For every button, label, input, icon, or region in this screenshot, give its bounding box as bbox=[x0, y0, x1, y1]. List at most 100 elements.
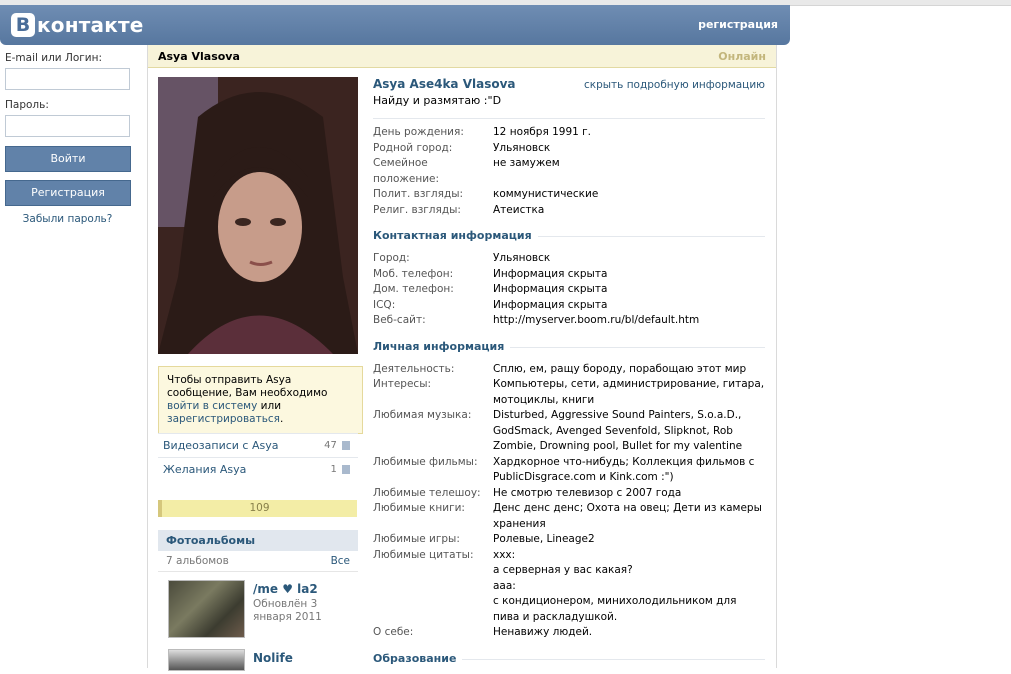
info-key: Дом. телефон: bbox=[373, 283, 454, 295]
album-item[interactable]: Nolife bbox=[158, 649, 358, 671]
info-row: Семейное положение: не замужем bbox=[373, 156, 765, 187]
notice-text-3: . bbox=[279, 413, 284, 425]
info-key: Любимые книги: bbox=[373, 502, 465, 514]
info-key: Веб-сайт: bbox=[373, 314, 426, 326]
albums-count: 7 альбомов bbox=[166, 555, 229, 567]
notice-register-link[interactable]: зарегистрироваться bbox=[167, 413, 280, 425]
info-value: Ролевые, Lineage2 bbox=[493, 533, 595, 545]
info-key: Город: bbox=[373, 252, 410, 264]
section-title[interactable]: Личная информация bbox=[373, 339, 511, 353]
side-link-label[interactable]: Желания Asya bbox=[163, 463, 246, 476]
info-value: Disturbed, Aggressive Sound Painters, S.… bbox=[493, 409, 743, 452]
profile-title-bar: Asya Vlasova Онлайн bbox=[148, 45, 776, 68]
password-label: Пароль: bbox=[5, 99, 49, 111]
info-key: Полит. взгляды: bbox=[373, 188, 464, 200]
info-key: Любимые телешоу: bbox=[373, 486, 481, 499]
info-value: коммунистические bbox=[493, 188, 599, 200]
info-key: О себе: bbox=[373, 626, 414, 638]
info-key: Любимые игры: bbox=[373, 533, 460, 545]
info-value: Не смотрю телевизор с 2007 года bbox=[493, 486, 682, 499]
profile-photo[interactable] bbox=[158, 77, 358, 354]
send-message-notice: Чтобы отправить Asya сообщение, Вам необ… bbox=[158, 366, 363, 434]
info-value: Ульяновск bbox=[493, 141, 551, 154]
info-row: Родной город: Ульяновск bbox=[373, 141, 765, 157]
profile-status: Найду и размятаю :"D bbox=[373, 94, 502, 107]
notice-login-link[interactable]: войти в систему bbox=[167, 400, 257, 412]
online-status: Онлайн bbox=[718, 50, 766, 63]
albums-subheader: 7 альбомов Все bbox=[158, 551, 358, 572]
side-link-videos[interactable]: Видеозаписи с Asya 47 bbox=[158, 433, 358, 457]
profile-photo-image bbox=[158, 77, 358, 354]
info-key: Любимая музыка: bbox=[373, 409, 472, 421]
info-key: ICQ: bbox=[373, 298, 396, 311]
contact-section-header: Контактная информация bbox=[373, 229, 765, 243]
info-value: 12 ноября 1991 г. bbox=[493, 126, 592, 138]
side-link-count: 1 bbox=[330, 464, 337, 475]
password-field[interactable] bbox=[5, 115, 130, 137]
info-key: Интересы: bbox=[373, 378, 432, 390]
albums-all-link[interactable]: Все bbox=[331, 551, 350, 571]
info-value: Информация скрыта bbox=[493, 283, 608, 295]
website-link[interactable]: http://myserver.boom.ru/bl/default.htm bbox=[493, 313, 765, 329]
info-key: Любимые цитаты: bbox=[373, 548, 474, 561]
profile-title-name: Asya Vlasova bbox=[158, 50, 240, 63]
gift-icon bbox=[342, 464, 350, 474]
info-value: Хардкорное что-нибудь; Коллекция фильмов… bbox=[493, 455, 755, 484]
side-link-count: 47 bbox=[324, 440, 337, 451]
info-key: Семейное положение: bbox=[373, 157, 440, 185]
video-icon bbox=[342, 440, 350, 450]
info-row: День рождения: 12 ноября 1991 г. bbox=[373, 125, 765, 141]
logo-letter: В bbox=[11, 13, 35, 37]
email-label: E-mail или Логин: bbox=[5, 52, 103, 64]
contact-info-table: Город: Ульяновск Моб. телефон: Информация … bbox=[373, 251, 765, 329]
info-value: Информация скрыта bbox=[493, 298, 608, 311]
site-logo[interactable]: В контакте bbox=[11, 12, 144, 38]
basic-info-table: День рождения: 12 ноября 1991 г. Родной г… bbox=[373, 125, 765, 218]
info-row: Полит. взгляды: коммунистические bbox=[373, 187, 765, 203]
login-button[interactable]: Войти bbox=[5, 146, 131, 172]
hide-info-link[interactable]: скрыть подробную информацию bbox=[584, 79, 765, 91]
email-field[interactable] bbox=[5, 68, 130, 90]
notice-text-2: или bbox=[257, 400, 282, 412]
info-key: Моб. телефон: bbox=[373, 267, 454, 280]
info-key: Религ. взгляды: bbox=[373, 203, 461, 216]
info-key: Любимые фильмы: bbox=[373, 455, 478, 468]
info-key: Деятельность: bbox=[373, 362, 455, 375]
album-item[interactable]: /me ♥ la2 Обновлён 3 января 2011 bbox=[158, 580, 358, 652]
side-link-label[interactable]: Видеозаписи с Asya bbox=[163, 439, 278, 452]
info-value: не замужем bbox=[493, 157, 560, 169]
forgot-password-link[interactable]: Забыли пароль? bbox=[5, 213, 130, 225]
personal-section-header: Личная информация bbox=[373, 339, 765, 354]
education-section-header: Образование bbox=[373, 651, 765, 666]
section-title[interactable]: Образование bbox=[373, 651, 463, 665]
personal-info-table: Деятельность: Сплю, ем, ращу бороду, пора… bbox=[373, 362, 765, 641]
album-title[interactable]: /me ♥ la2 bbox=[253, 582, 318, 596]
divider bbox=[373, 118, 765, 119]
info-row: Религ. взгляды: Атеистка bbox=[373, 203, 765, 219]
side-link-wishes[interactable]: Желания Asya 1 bbox=[158, 457, 358, 481]
info-key: День рождения: bbox=[373, 126, 464, 138]
info-value: Ненавижу людей. bbox=[493, 626, 593, 638]
site-header: В контакте регистрация bbox=[0, 5, 790, 45]
info-value: Атеистка bbox=[493, 203, 545, 216]
album-thumbnail[interactable] bbox=[168, 580, 245, 638]
logo-text: контакте bbox=[37, 13, 144, 37]
info-value: Компьютеры, сети, администрирование, гит… bbox=[493, 378, 765, 406]
info-value: xxx: а серверная у вас какая? aaa: с кон… bbox=[493, 548, 737, 623]
info-value: Денс денс денс; Охота на овец; Дети из к… bbox=[493, 502, 762, 530]
album-updated: Обновлён 3 января 2011 bbox=[253, 598, 322, 623]
rating-bar: 109 bbox=[158, 500, 357, 517]
notice-text-1: Чтобы отправить Asya сообщение, Вам необ… bbox=[167, 374, 328, 399]
login-form: E-mail или Логин: Пароль: Войти Регистра… bbox=[5, 52, 131, 225]
album-title[interactable]: Nolife bbox=[253, 651, 293, 665]
photo-albums-block: Фотоальбомы 7 альбомов Все /me ♥ la2 Обн… bbox=[158, 530, 358, 652]
profile-page: Asya Vlasova Онлайн Чтобы отправить Asya… bbox=[147, 45, 777, 671]
albums-title[interactable]: Фотоальбомы bbox=[158, 530, 358, 551]
info-key: Родной город: bbox=[373, 141, 453, 154]
profile-side-links: Видеозаписи с Asya 47 Желания Asya 1 bbox=[158, 433, 358, 481]
info-value: Информация скрыта bbox=[493, 267, 608, 280]
info-value: Сплю, ем, ращу бороду, порабощаю этот ми… bbox=[493, 362, 747, 375]
section-title[interactable]: Контактная информация bbox=[373, 229, 538, 242]
header-register-link[interactable]: регистрация bbox=[698, 18, 778, 31]
register-button[interactable]: Регистрация bbox=[5, 180, 131, 206]
